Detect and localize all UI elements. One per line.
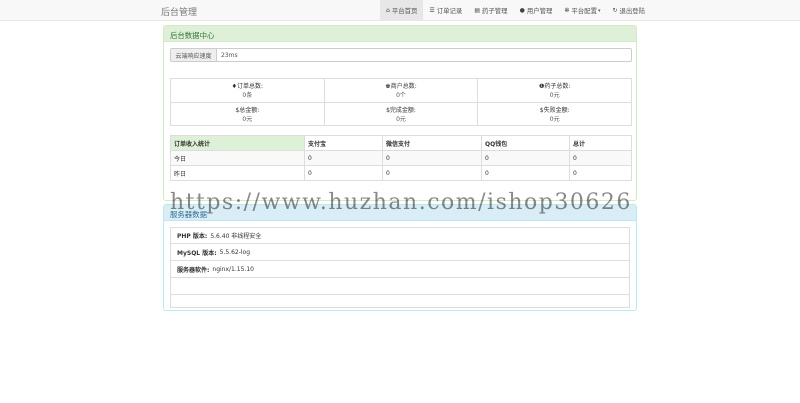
table-cell: 0 bbox=[569, 150, 632, 166]
info-value: nginx/1.15.10 bbox=[212, 265, 254, 273]
watermark-text: https://www.huzhan.com/ishop30626 bbox=[170, 190, 632, 215]
data-center-panel: 后台数据中心 云端响应速度 23ms ♦订单总数: 0条 ♚商户总数: 0个 ❶… bbox=[163, 25, 637, 201]
nav-item-label: 平台首页 bbox=[391, 7, 418, 15]
info-key: PHP 版本: bbox=[177, 233, 208, 240]
revenue-table: 订单收入统计 支付宝 微信支付 QQ钱包 总计 今日 0 0 0 0 昨日 0 … bbox=[170, 135, 632, 181]
stat-value: 0个 bbox=[396, 92, 406, 99]
table-cell: 0 bbox=[481, 150, 570, 166]
nav-item-home[interactable]: ⌂ 平台首页 bbox=[380, 0, 424, 21]
table-cell: 0 bbox=[304, 150, 383, 166]
stats-row: ♦订单总数: 0条 ♚商户总数: 0个 ❶药子总数: 0元 bbox=[171, 79, 631, 102]
caret-down-icon: ▾ bbox=[597, 7, 601, 14]
user-icon: ● bbox=[519, 7, 525, 14]
nav-item-label: 用户管理 bbox=[526, 7, 553, 15]
nav-item-label: 订单记录 bbox=[436, 7, 463, 15]
speed-label: 云端响应速度 bbox=[171, 49, 217, 61]
stat-label: 完成金额: bbox=[389, 107, 416, 114]
table-cell: 0 bbox=[382, 165, 482, 181]
speed-input-group: 云端响应速度 23ms bbox=[170, 48, 632, 62]
column-header: 订单收入统计 bbox=[170, 135, 305, 151]
logout-icon: ↻ bbox=[612, 7, 618, 14]
column-header: QQ钱包 bbox=[481, 135, 570, 151]
nav-item-orders[interactable]: ☰ 订单记录 bbox=[423, 0, 468, 21]
table-row: 今日 0 0 0 0 bbox=[170, 150, 632, 166]
card-icon: ▤ bbox=[474, 7, 480, 14]
list-item bbox=[170, 278, 630, 295]
stat-value: 0元 bbox=[396, 116, 406, 123]
stat-value: 0元 bbox=[549, 92, 560, 99]
server-info-panel: 服务器数据 PHP 版本: 5.6.40 非线程安全 MySQL 版本: 5.5… bbox=[163, 204, 637, 311]
column-header: 微信支付 bbox=[382, 135, 482, 151]
home-icon: ⌂ bbox=[386, 7, 390, 14]
stat-label: 药子总数: bbox=[544, 83, 571, 90]
stat-value: 0元 bbox=[242, 116, 253, 123]
column-header: 总计 bbox=[569, 135, 632, 151]
table-cell: 0 bbox=[382, 150, 482, 166]
stat-card-count: ❶药子总数: 0元 bbox=[477, 79, 631, 102]
stat-total-amount: $总金额: 0元 bbox=[171, 103, 324, 125]
stats-grid: ♦订单总数: 0条 ♚商户总数: 0个 ❶药子总数: 0元 $总金额: 0元 $… bbox=[170, 78, 632, 126]
speed-value: 23ms bbox=[221, 51, 238, 59]
list-item: 服务器软件: nginx/1.15.10 bbox=[170, 261, 630, 278]
list-icon: ☰ bbox=[429, 7, 435, 14]
stat-failed-amount: $失败金额: 0元 bbox=[477, 103, 631, 125]
stat-label: 订单总数: bbox=[237, 83, 264, 90]
info-value: 5.5.62-log bbox=[219, 248, 251, 256]
nav-item-logout[interactable]: ↻ 退出登陆 bbox=[606, 0, 651, 21]
list-item: MySQL 版本: 5.5.62-log bbox=[170, 244, 630, 261]
table-cell: 0 bbox=[481, 165, 570, 181]
nav-item-label: 退出登陆 bbox=[619, 7, 646, 15]
stat-value: 0元 bbox=[549, 116, 560, 123]
top-navbar: 后台管理 ⌂ 平台首页 ☰ 订单记录 ▤ 药子管理 ● 用户管理 ✻ 平台配置 … bbox=[0, 0, 800, 21]
stat-order-count: ♦订单总数: 0条 bbox=[171, 79, 324, 102]
stat-label: 商户总数: bbox=[390, 83, 417, 90]
table-cell: 今日 bbox=[170, 150, 305, 166]
table-row: 昨日 0 0 0 0 bbox=[170, 165, 632, 181]
stat-label: 失败金额: bbox=[543, 107, 570, 114]
table-cell: 0 bbox=[569, 165, 632, 181]
info-value: 5.6.40 非线程安全 bbox=[210, 233, 262, 240]
table-header-row: 订单收入统计 支付宝 微信支付 QQ钱包 总计 bbox=[170, 135, 632, 151]
brand-title[interactable]: 后台管理 bbox=[161, 5, 197, 18]
stat-value: 0条 bbox=[242, 92, 253, 99]
nav-item-config[interactable]: ✻ 平台配置 ▾ bbox=[558, 0, 606, 21]
nav-item-users[interactable]: ● 用户管理 bbox=[514, 0, 559, 21]
server-info-list: PHP 版本: 5.6.40 非线程安全 MySQL 版本: 5.5.62-lo… bbox=[170, 227, 630, 308]
gear-icon: ✻ bbox=[564, 7, 570, 14]
nav-item-label: 药子管理 bbox=[482, 7, 508, 15]
table-cell: 0 bbox=[304, 165, 383, 181]
column-header: 支付宝 bbox=[304, 135, 383, 151]
panel-title: 后台数据中心 bbox=[164, 26, 636, 42]
stats-row: $总金额: 0元 $完成金额: 0元 $失败金额: 0元 bbox=[171, 102, 631, 125]
stat-merchant-count: ♚商户总数: 0个 bbox=[323, 79, 478, 102]
stat-completed-amount: $完成金额: 0元 bbox=[323, 103, 478, 125]
list-item: PHP 版本: 5.6.40 非线程安全 bbox=[170, 227, 630, 244]
nav-item-cards[interactable]: ▤ 药子管理 bbox=[468, 0, 513, 21]
stat-label: 总金额: bbox=[239, 107, 260, 114]
table-cell: 昨日 bbox=[170, 165, 305, 181]
list-item bbox=[170, 295, 630, 308]
main-nav: ⌂ 平台首页 ☰ 订单记录 ▤ 药子管理 ● 用户管理 ✻ 平台配置 ▾ ↻ 退… bbox=[380, 0, 651, 21]
info-key: 服务器软件: bbox=[177, 266, 210, 274]
nav-item-label: 平台配置 bbox=[571, 7, 597, 15]
info-key: MySQL 版本: bbox=[177, 249, 217, 257]
